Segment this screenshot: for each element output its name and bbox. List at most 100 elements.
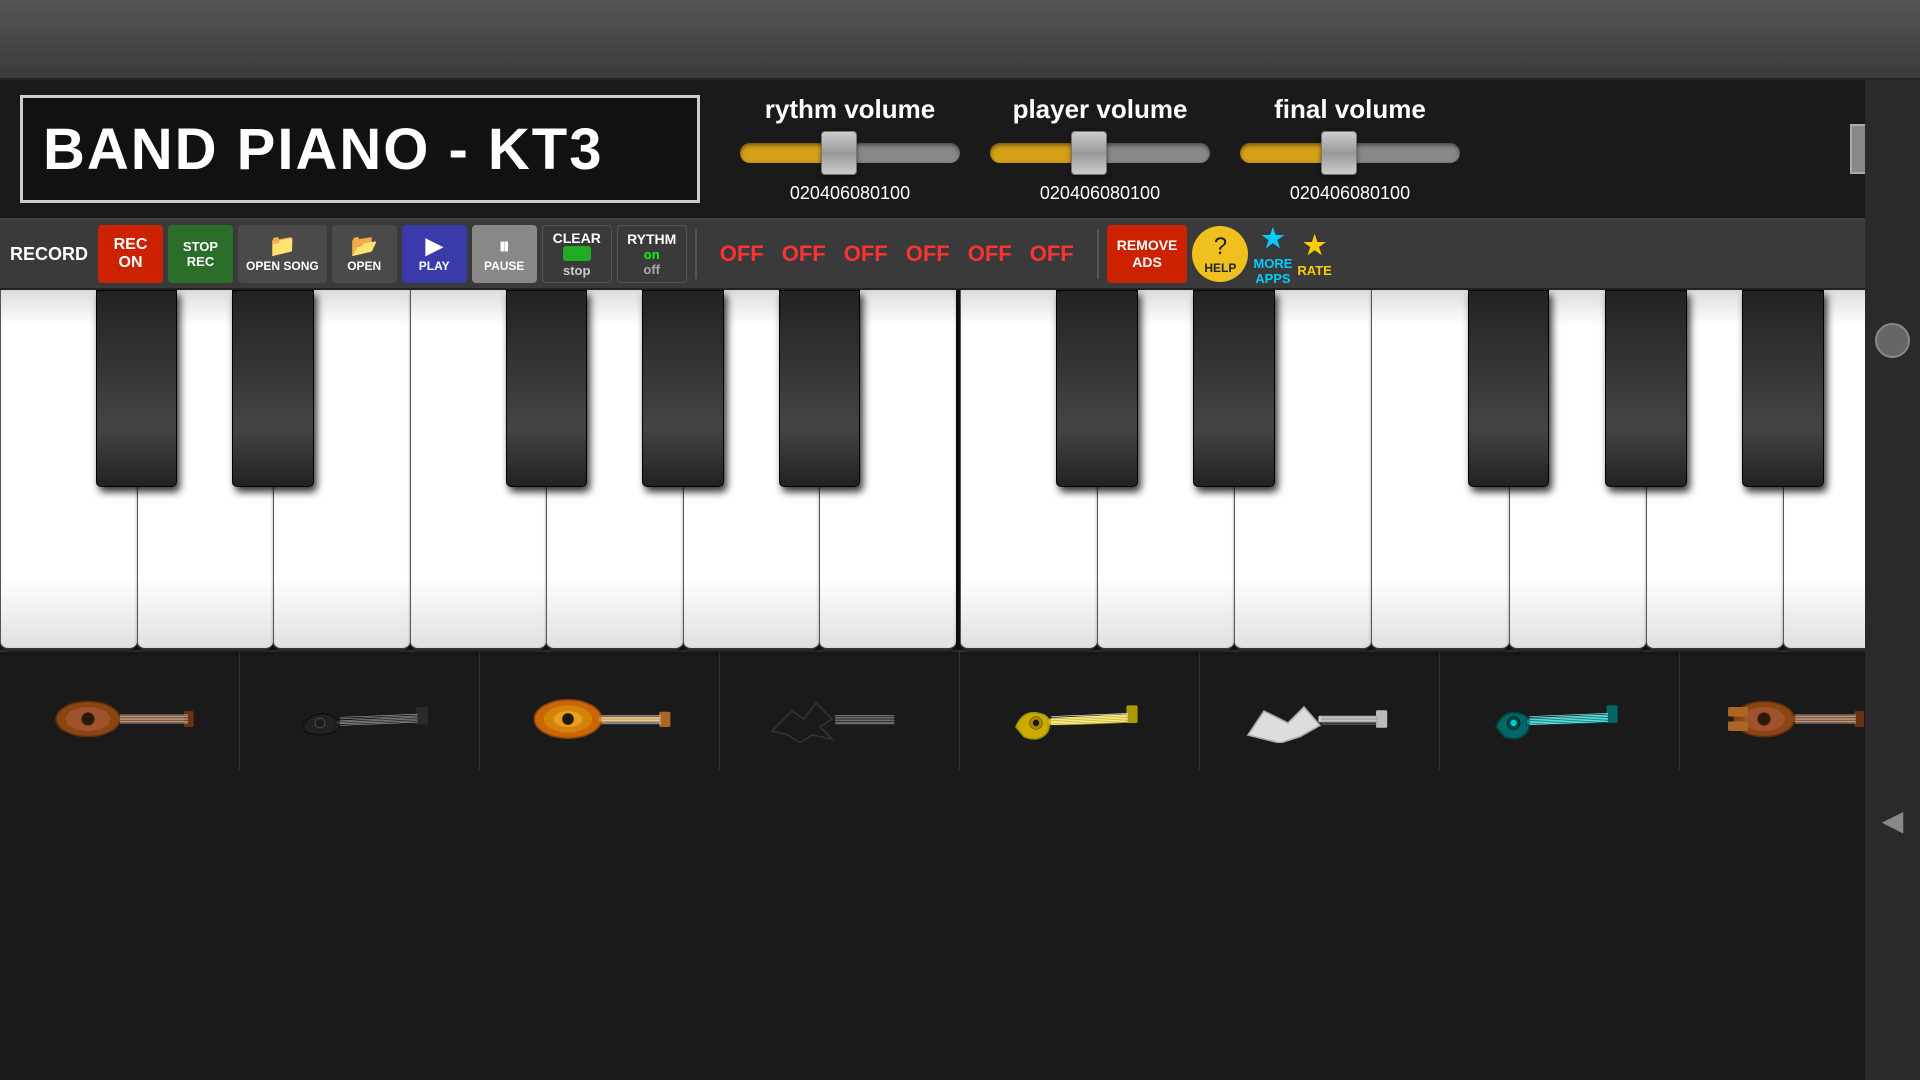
guitar-item-5[interactable]	[960, 652, 1200, 770]
help-button[interactable]: ? HELP	[1192, 226, 1248, 282]
guitar-svg-6	[1240, 679, 1400, 743]
stop-rec-label: STOPREC	[183, 239, 218, 269]
guitar-item-4[interactable]	[720, 652, 960, 770]
off-button-4[interactable]: OFF	[901, 241, 955, 267]
guitar-svg-3	[520, 679, 680, 743]
separator-1	[695, 229, 697, 279]
guitar-item-2[interactable]	[240, 652, 480, 770]
volume-controls: rythm volume 0 20 40 60 80 100 player vo…	[720, 80, 1830, 218]
rythm-on-label: on	[644, 247, 660, 262]
more-apps-label: MOREAPPS	[1253, 256, 1292, 286]
piano-key-gs1[interactable]	[642, 290, 723, 487]
off-button-3[interactable]: OFF	[839, 241, 893, 267]
clear-label: CLEAR	[553, 230, 601, 246]
right-panel: ◀	[1865, 80, 1920, 1080]
rythm-label: RYTHM	[627, 231, 676, 247]
toolbar-row: RECORD RECON STOPREC 📁 OPEN SONG 📂 OPEN …	[0, 220, 1920, 290]
main-area: BAND PIANO - KT3 rythm volume 0 20 40 60…	[0, 80, 1920, 1080]
top-bar	[0, 0, 1920, 80]
title-box: BAND PIANO - KT3	[20, 95, 700, 203]
pause-icon: ⏸	[499, 235, 510, 257]
guitar-svg-2	[280, 679, 440, 743]
octave-1	[0, 290, 960, 650]
pause-label: PAUSE	[484, 259, 524, 273]
rythm-button[interactable]: RYTHM on off	[617, 225, 687, 283]
final-slider-marks: 0 20 40 60 80 100	[1288, 183, 1412, 204]
guitar-item-1[interactable]	[0, 652, 240, 770]
guitar-item-6[interactable]	[1200, 652, 1440, 770]
piano-key-cs1[interactable]	[96, 290, 177, 487]
more-apps-star-icon: ★	[1261, 223, 1284, 254]
open-icon: 📂	[351, 235, 378, 257]
piano-area	[0, 290, 1920, 1080]
rythm-volume-slider[interactable]	[740, 133, 960, 173]
open-song-label: OPEN SONG	[246, 259, 319, 273]
piano-key-f2[interactable]	[1371, 290, 1508, 650]
player-slider-marks: 0 20 40 60 80 100	[1038, 183, 1162, 204]
rec-on-label: RECON	[114, 236, 148, 272]
rate-label: RATE	[1297, 263, 1331, 278]
stop-label: stop	[563, 263, 590, 278]
more-apps-button[interactable]: ★ MOREAPPS	[1253, 223, 1292, 286]
rythm-volume-group: rythm volume 0 20 40 60 80 100	[740, 94, 960, 204]
guitar-svg-4	[760, 679, 920, 743]
off-buttons-group: OFF OFF OFF OFF OFF OFF	[715, 241, 1079, 267]
guitar-item-3[interactable]	[480, 652, 720, 770]
off-button-1[interactable]: OFF	[715, 241, 769, 267]
off-button-5[interactable]: OFF	[963, 241, 1017, 267]
piano-key-ds1[interactable]	[232, 290, 313, 487]
guitar-row	[0, 650, 1920, 770]
scroll-left-arrow[interactable]: ◀	[1882, 804, 1904, 837]
open-song-button[interactable]: 📁 OPEN SONG	[238, 225, 327, 283]
piano-key-c2[interactable]	[960, 290, 1097, 650]
guitar-svg-7	[1480, 679, 1640, 743]
record-label: RECORD	[10, 244, 88, 265]
rate-star-icon: ★	[1303, 230, 1326, 261]
octave-2	[960, 290, 1920, 650]
open-button[interactable]: 📂 OPEN	[332, 225, 397, 283]
remove-ads-button[interactable]: REMOVEADS	[1107, 225, 1188, 283]
player-volume-label: player volume	[1013, 94, 1188, 125]
off-button-2[interactable]: OFF	[777, 241, 831, 267]
guitar-svg-8	[1720, 679, 1880, 743]
piano-key-gs2[interactable]	[1605, 290, 1687, 487]
open-song-icon: 📁	[269, 235, 296, 257]
help-icon: ?	[1214, 233, 1227, 261]
final-volume-group: final volume 0 20 40 60 80 100	[1240, 94, 1460, 204]
clear-stop-button[interactable]: CLEAR stop	[542, 225, 612, 283]
separator-2	[1097, 229, 1099, 279]
header-row: BAND PIANO - KT3 rythm volume 0 20 40 60…	[0, 80, 1920, 220]
open-label: OPEN	[347, 259, 381, 273]
pause-button[interactable]: ⏸ PAUSE	[472, 225, 537, 283]
rythm-volume-label: rythm volume	[765, 94, 936, 125]
rec-on-button[interactable]: RECON	[98, 225, 163, 283]
player-volume-slider[interactable]	[990, 133, 1210, 173]
help-label: HELP	[1204, 261, 1236, 275]
piano-key-c1[interactable]	[0, 290, 137, 650]
player-slider-thumb[interactable]	[1071, 131, 1107, 175]
app-title: BAND PIANO - KT3	[43, 116, 603, 183]
piano-key-ds2[interactable]	[1193, 290, 1275, 487]
guitar-item-7[interactable]	[1440, 652, 1680, 770]
off-button-6[interactable]: OFF	[1025, 241, 1079, 267]
play-icon: ▶	[426, 235, 443, 257]
piano-key-as2[interactable]	[1742, 290, 1824, 487]
piano-key-fs1[interactable]	[506, 290, 587, 487]
final-slider-thumb[interactable]	[1321, 131, 1357, 175]
play-label: PLAY	[419, 259, 450, 273]
rythm-slider-thumb[interactable]	[821, 131, 857, 175]
rythm-off-label: off	[643, 262, 660, 277]
clear-green-indicator	[563, 246, 591, 261]
guitar-svg-5	[1000, 679, 1160, 743]
guitar-svg-1	[40, 679, 200, 743]
piano-key-cs2[interactable]	[1056, 290, 1138, 487]
rythm-slider-marks: 0 20 40 60 80 100	[788, 183, 912, 204]
piano-key-fs2[interactable]	[1468, 290, 1550, 487]
stop-rec-button[interactable]: STOPREC	[168, 225, 233, 283]
final-volume-slider[interactable]	[1240, 133, 1460, 173]
play-button[interactable]: ▶ PLAY	[402, 225, 467, 283]
player-volume-group: player volume 0 20 40 60 80 100	[990, 94, 1210, 204]
piano-key-f1[interactable]	[410, 290, 547, 650]
rate-button[interactable]: ★ RATE	[1297, 230, 1331, 278]
piano-key-as1[interactable]	[779, 290, 860, 487]
